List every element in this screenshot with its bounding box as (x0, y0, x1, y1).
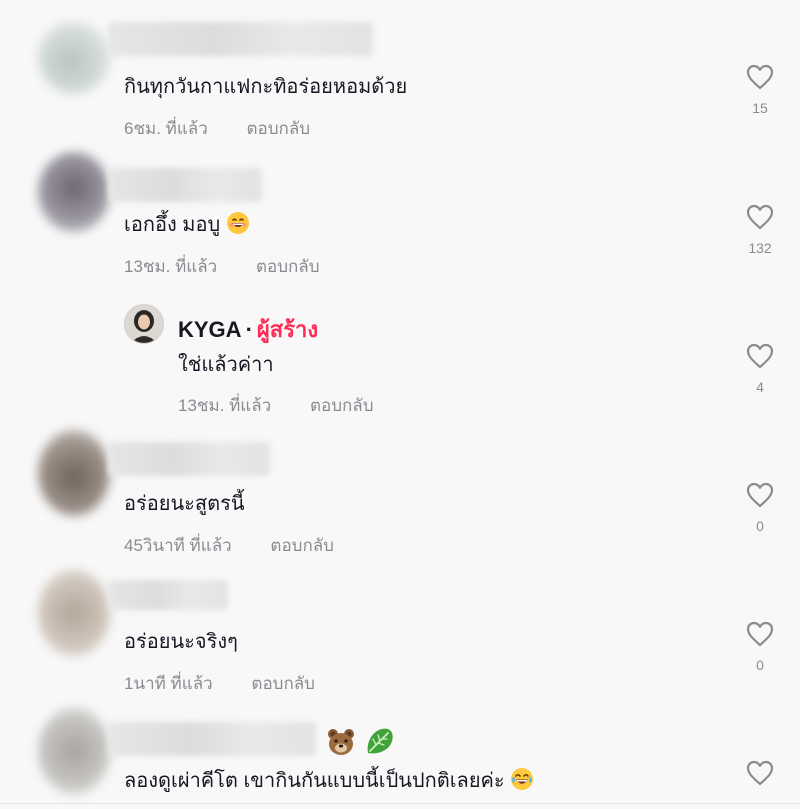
reply-button[interactable]: ตอบกลับ (270, 536, 334, 555)
reply-time: 13ชม. ที่แล้ว (178, 396, 272, 415)
like-button[interactable] (740, 760, 780, 786)
divider (0, 803, 800, 804)
reply-text: ใช่แล้วค่าา (178, 354, 274, 376)
leafy-green-emoji (364, 725, 396, 762)
comment-text-content: เอกอึ้ง มอบู (124, 214, 221, 236)
avatar[interactable] (38, 570, 110, 656)
comment-time: 45วินาที ที่แล้ว (124, 536, 232, 555)
comment-text: กินทุกวันกาแฟกะทิอร่อยหอมด้วย (124, 76, 408, 98)
creator-username[interactable]: KYGA (178, 317, 242, 342)
heart-outline-icon[interactable] (746, 64, 774, 90)
comment-time: 1นาที ที่แล้ว (124, 674, 213, 693)
like-button[interactable]: 132 (740, 204, 780, 256)
like-count: 15 (752, 100, 768, 116)
like-button[interactable]: 4 (740, 343, 780, 395)
heart-outline-icon[interactable] (746, 204, 774, 230)
avatar[interactable] (38, 708, 110, 794)
comment-text: ลองดูเผ่าคีโต เขากินกันแบบนี้เป็นปกติเลย… (124, 764, 534, 797)
heart-outline-icon[interactable] (746, 343, 774, 369)
username-blurred[interactable] (108, 442, 270, 476)
creator-avatar[interactable] (124, 304, 164, 344)
username-blurred[interactable] (108, 580, 228, 610)
comment-time: 6ชม. ที่แล้ว (124, 119, 208, 138)
reply-author-line: KYGA · ผู้สร้าง (178, 312, 318, 347)
comment-text: อร่อยนะจริงๆ (124, 631, 238, 653)
comment-meta: 45วินาที ที่แล้ว ตอบกลับ (124, 532, 334, 559)
reply-button[interactable]: ตอบกลับ (251, 674, 315, 693)
like-count: 4 (756, 379, 764, 395)
separator-dot: · (245, 317, 253, 342)
heart-outline-icon[interactable] (746, 760, 774, 786)
reply-button[interactable]: ตอบกลับ (310, 396, 374, 415)
like-count: 132 (748, 240, 772, 256)
comment-time: 13ชม. ที่แล้ว (124, 257, 218, 276)
heart-outline-icon[interactable] (746, 482, 774, 508)
comment-text: เอกอึ้ง มอบู (124, 208, 250, 241)
username-blurred[interactable] (108, 722, 316, 756)
creator-badge: ผู้สร้าง (256, 317, 319, 342)
like-button[interactable]: 0 (740, 482, 780, 534)
comment-text: อร่อยนะสูตรนี้ (124, 493, 245, 515)
like-count: 0 (756, 657, 764, 673)
avatar[interactable] (38, 430, 110, 516)
comment-meta: 6ชม. ที่แล้ว ตอบกลับ (124, 115, 310, 142)
like-button[interactable]: 15 (740, 64, 780, 116)
tears-of-joy-emoji (510, 767, 534, 797)
heart-outline-icon[interactable] (746, 621, 774, 647)
reply-button[interactable]: ตอบกลับ (256, 257, 320, 276)
avatar[interactable] (38, 22, 110, 94)
grinning-face-emoji (226, 211, 250, 241)
avatar[interactable] (38, 152, 110, 232)
comment-meta: 13ชม. ที่แล้ว ตอบกลับ (124, 253, 320, 280)
comment-meta: 1นาที ที่แล้ว ตอบกลับ (124, 670, 315, 697)
like-count: 0 (756, 518, 764, 534)
like-button[interactable]: 0 (740, 621, 780, 673)
comment-text-content: ลองดูเผ่าคีโต เขากินกันแบบนี้เป็นปกติเลย… (124, 770, 505, 792)
reply-button[interactable]: ตอบกลับ (247, 119, 311, 138)
bear-face-emoji (326, 727, 356, 762)
reply-meta: 13ชม. ที่แล้ว ตอบกลับ (178, 392, 374, 419)
username-blurred[interactable] (108, 22, 373, 56)
username-blurred[interactable] (108, 168, 262, 202)
